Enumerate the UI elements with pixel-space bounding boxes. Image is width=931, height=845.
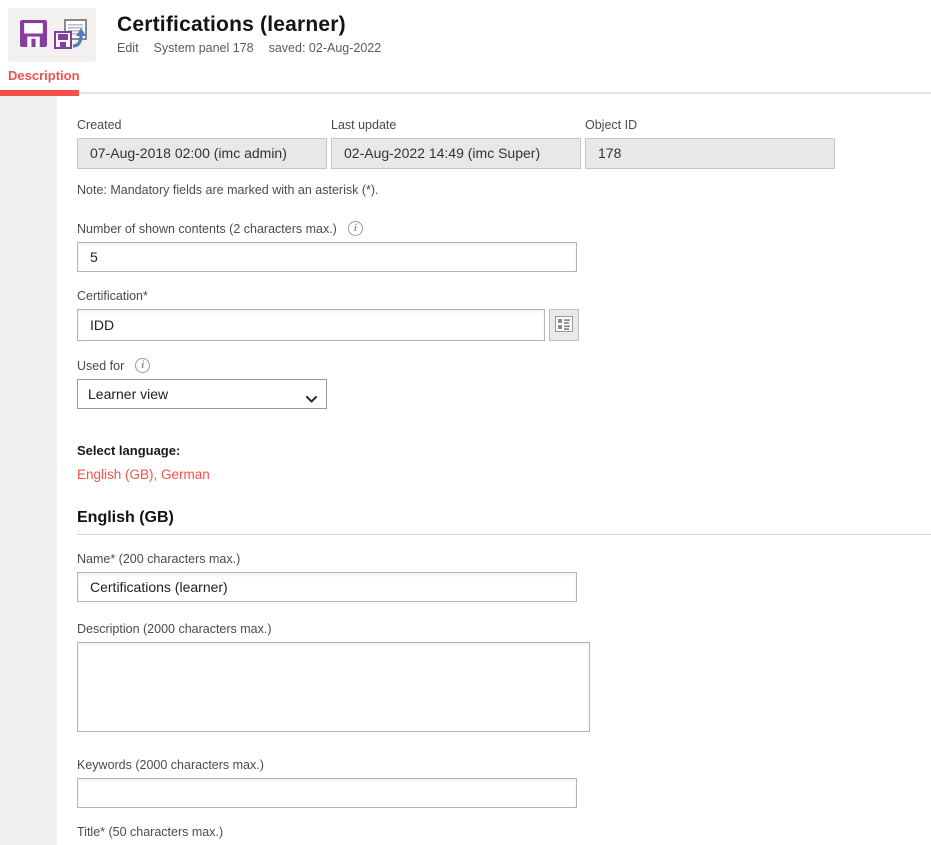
saved-date-label: saved: 02-Aug-2022 — [269, 41, 382, 55]
list-select-icon — [555, 316, 573, 335]
tab-description-label: Description — [8, 68, 80, 83]
language-section-heading: English (GB) — [77, 509, 931, 527]
certification-group: Certification* — [77, 289, 931, 341]
tab-description[interactable]: Description — [0, 62, 90, 94]
language-selector: Select language: English (GB), German — [77, 443, 931, 482]
last-update-label: Last update — [331, 118, 581, 132]
name-group: Name* (200 characters max.) — [77, 552, 931, 602]
active-tab-underline — [0, 90, 79, 96]
object-id-label: Object ID — [585, 118, 835, 132]
info-icon[interactable]: i — [135, 358, 150, 373]
object-context-label: System panel 178 — [154, 41, 254, 55]
description-group: Description (2000 characters max.) — [77, 622, 931, 737]
certification-label: Certification* — [77, 289, 931, 303]
shown-contents-input[interactable] — [77, 242, 577, 272]
page-subtitle: Edit System panel 178 saved: 02-Aug-2022 — [117, 41, 381, 55]
language-separator: , — [154, 467, 162, 482]
mode-label: Edit — [117, 41, 139, 55]
language-link-english[interactable]: English (GB) — [77, 467, 154, 482]
save-and-back-button[interactable] — [54, 15, 88, 55]
save-icon — [20, 20, 47, 50]
select-language-label: Select language: — [77, 443, 931, 458]
description-textarea[interactable] — [77, 642, 590, 732]
certification-input[interactable] — [77, 309, 545, 341]
object-id-value: 178 — [585, 138, 835, 169]
last-update-value: 02-Aug-2022 14:49 (imc Super) — [331, 138, 581, 169]
last-update-field: Last update 02-Aug-2022 14:49 (imc Super… — [331, 118, 581, 169]
keywords-group: Keywords (2000 characters max.) — [77, 758, 931, 808]
toolbar — [8, 8, 96, 62]
description-label: Description (2000 characters max.) — [77, 622, 931, 636]
created-value: 07-Aug-2018 02:00 (imc admin) — [77, 138, 327, 169]
title-label: Title* (50 characters max.) — [77, 825, 931, 839]
section-divider — [77, 534, 931, 535]
save-and-back-icon — [54, 18, 88, 53]
used-for-group: Used for i Learner view — [77, 358, 931, 409]
page-header: Certifications (learner) Edit System pan… — [0, 0, 931, 62]
metadata-row: Created 07-Aug-2018 02:00 (imc admin) La… — [77, 118, 931, 169]
object-id-field: Object ID 178 — [585, 118, 835, 169]
keywords-input[interactable] — [77, 778, 577, 808]
created-field: Created 07-Aug-2018 02:00 (imc admin) — [77, 118, 327, 169]
shown-contents-label: Number of shown contents (2 characters m… — [77, 222, 337, 236]
shown-contents-group: Number of shown contents (2 characters m… — [77, 221, 931, 272]
title-group: Title* (50 characters max.) — [77, 825, 931, 845]
name-input[interactable] — [77, 572, 577, 602]
name-label: Name* (200 characters max.) — [77, 552, 931, 566]
certification-picker-button[interactable] — [549, 309, 579, 341]
info-icon[interactable]: i — [348, 221, 363, 236]
tab-bar: Description — [0, 62, 931, 94]
used-for-label: Used for — [77, 359, 124, 373]
created-label: Created — [77, 118, 327, 132]
mandatory-fields-note: Note: Mandatory fields are marked with a… — [77, 183, 931, 197]
left-sidebar — [0, 94, 57, 845]
used-for-select[interactable]: Learner view — [77, 379, 327, 409]
keywords-label: Keywords (2000 characters max.) — [77, 758, 931, 772]
language-link-german[interactable]: German — [161, 467, 210, 482]
page-title: Certifications (learner) — [117, 13, 381, 37]
form-content: Created 07-Aug-2018 02:00 (imc admin) La… — [57, 94, 931, 845]
save-button[interactable] — [16, 15, 50, 55]
